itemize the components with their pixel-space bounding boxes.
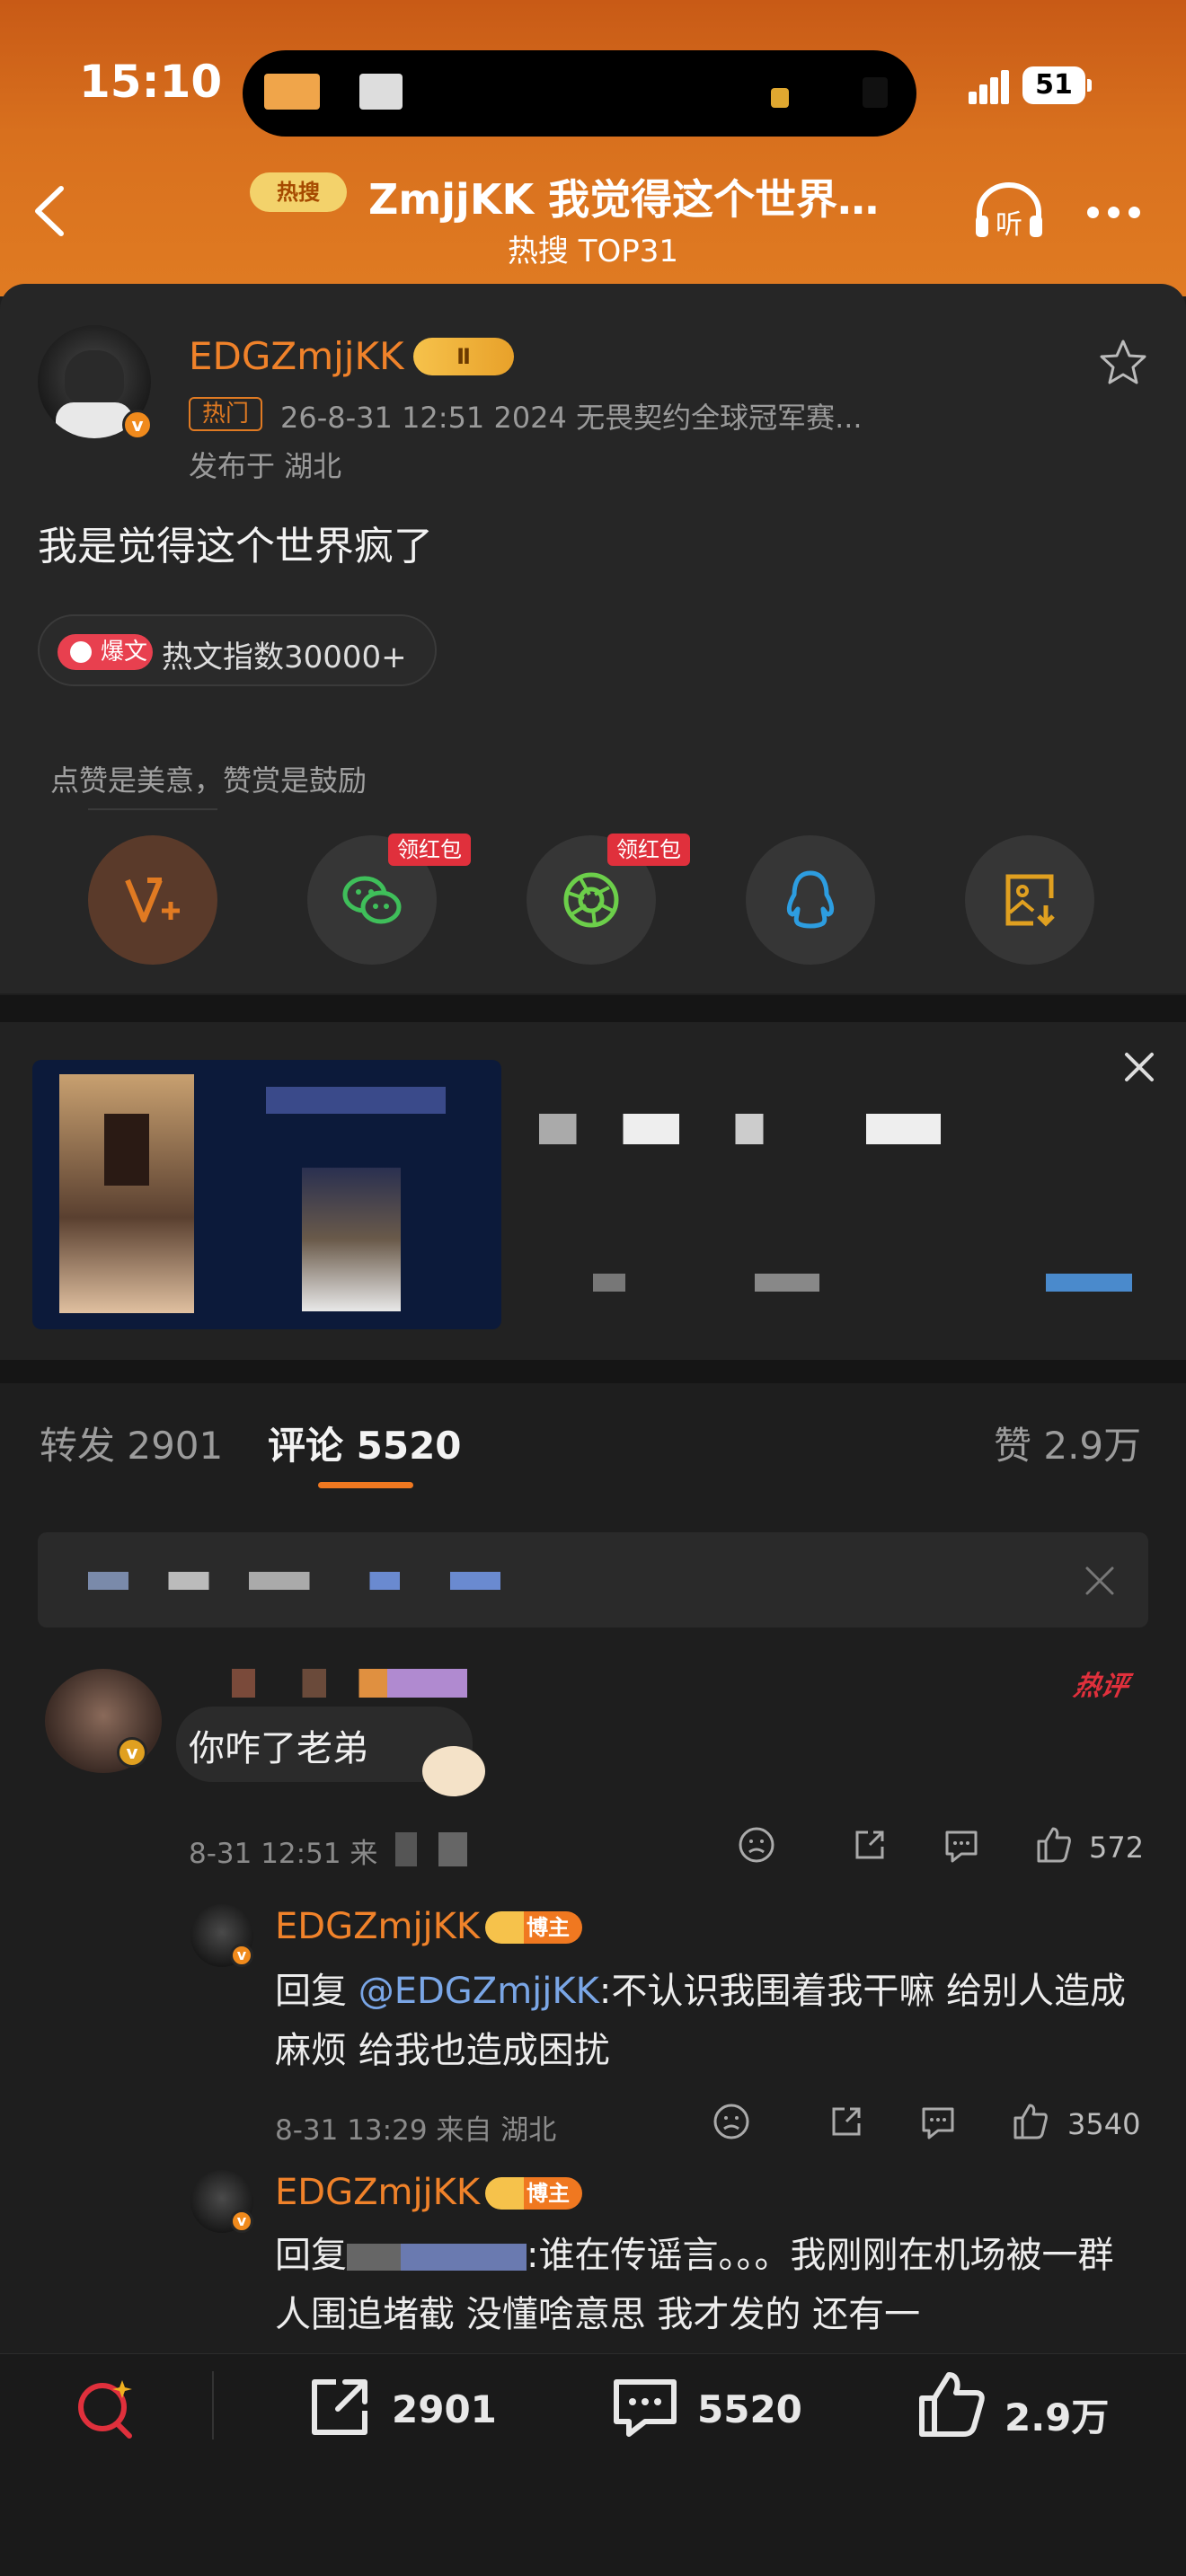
commenter-name-blurred xyxy=(232,1669,467,1698)
tab-comment[interactable]: 评论 5520 xyxy=(268,1416,462,1470)
dislike-face-icon[interactable] xyxy=(737,1825,776,1865)
post-username[interactable]: EDGZmjjKK xyxy=(189,334,404,378)
post-location: 发布于 湖北 xyxy=(189,449,342,483)
like-count: 3540 xyxy=(1067,2107,1141,2141)
verified-badge-icon: v xyxy=(122,410,153,440)
tab-like[interactable]: 赞 2.9万 xyxy=(994,1416,1141,1470)
save-image-button[interactable] xyxy=(965,835,1094,965)
like-count: 572 xyxy=(1089,1831,1145,1865)
island-chip xyxy=(771,88,789,108)
wechat-icon xyxy=(342,876,402,924)
tab-repost[interactable]: 转发 2901 xyxy=(40,1416,223,1470)
island-chip xyxy=(359,74,403,110)
reply-prefix: 回复 xyxy=(275,2235,347,2276)
more-icon[interactable] xyxy=(1087,205,1150,223)
listen-headphone-icon[interactable]: 听 xyxy=(970,180,1048,243)
blogger-badge: 博主 xyxy=(485,1911,582,1944)
section-separator xyxy=(0,995,1186,1022)
hot-index-pill[interactable]: 爆文 热文指数30000+ xyxy=(38,614,437,686)
listen-label: 听 xyxy=(996,209,1022,241)
sticker-icon xyxy=(422,1746,485,1796)
qq-share-button[interactable] xyxy=(746,835,875,965)
verified-badge-icon: v xyxy=(230,2210,253,2233)
comment-text: 你咋了老弟 xyxy=(189,1728,368,1769)
repost-count[interactable]: 2901 xyxy=(392,2387,497,2431)
comment-icon[interactable] xyxy=(609,2371,681,2443)
member-level-badge: Ⅱ xyxy=(413,338,514,375)
like-thumb-icon[interactable] xyxy=(1033,1825,1073,1865)
favorite-star-icon[interactable] xyxy=(1098,338,1148,388)
blogger-badge: 博主 xyxy=(485,2177,582,2210)
island-chip xyxy=(264,74,320,110)
island-chip xyxy=(863,77,888,108)
close-icon[interactable] xyxy=(1121,1049,1157,1085)
post-meta[interactable]: 26-8-31 12:51 2024 无畏契约全球冠军赛... xyxy=(280,395,863,437)
moments-camera-icon xyxy=(563,872,619,928)
like-thumb-icon[interactable] xyxy=(1010,2102,1049,2141)
share-icon[interactable] xyxy=(850,1825,890,1865)
reply-username[interactable]: EDGZmjjKK xyxy=(275,1906,480,1947)
mention-link[interactable]: @EDGZmjjKK xyxy=(358,1971,599,2012)
verified-badge-icon: v xyxy=(117,1737,147,1768)
share-icon[interactable] xyxy=(827,2102,866,2141)
divider xyxy=(88,808,217,810)
reply-username[interactable]: EDGZmjjKK xyxy=(275,2172,480,2213)
save-image-icon xyxy=(1005,874,1055,927)
status-time: 15:10 xyxy=(79,56,223,108)
reply-comment-icon[interactable] xyxy=(918,2102,958,2141)
reply-text: 回复:谁在传谣言。。。我刚刚在机场被一群人围追堵截 没懂啥意思 我才发的 还有一 xyxy=(275,2226,1137,2344)
ad-title-blurred xyxy=(539,1114,1006,1144)
signal-icon xyxy=(969,68,1009,104)
page-title: ZmjjKK 我觉得这个世界… xyxy=(368,175,880,224)
repost-icon[interactable] xyxy=(304,2371,376,2443)
ad-subtitle-blurred xyxy=(593,1274,1132,1292)
qq-penguin-icon xyxy=(786,870,835,929)
like-thumb-icon[interactable] xyxy=(915,2369,987,2441)
dislike-face-icon[interactable] xyxy=(712,2102,751,2141)
comment-count[interactable]: 5520 xyxy=(697,2387,802,2431)
active-tab-indicator xyxy=(318,1482,413,1488)
reward-hint: 点赞是美意，赞赏是鼓励 xyxy=(50,763,367,798)
comment-notice-banner[interactable] xyxy=(38,1532,1148,1628)
verified-badge-icon: v xyxy=(230,1944,253,1967)
like-count[interactable]: 2.9万 xyxy=(1005,2387,1109,2442)
reply-prefix: 回复 xyxy=(275,1971,358,2012)
reply-text: 回复 @EDGZmjjKK:不认识我围着我干嘛 给别人造成麻烦 给我也造成困扰 xyxy=(275,1962,1137,2080)
meta-blurred xyxy=(395,1832,467,1866)
search-spark-icon[interactable] xyxy=(70,2371,142,2443)
comment-meta: 8-31 12:51 来 xyxy=(189,1838,378,1870)
reply-comment-icon[interactable] xyxy=(942,1825,981,1865)
vplus-icon xyxy=(125,878,180,922)
vplus-button[interactable] xyxy=(88,835,217,965)
battery-icon: 51 xyxy=(1022,66,1092,104)
close-icon[interactable] xyxy=(1082,1563,1118,1599)
divider xyxy=(212,2371,214,2439)
hot-index-text: 热文指数30000+ xyxy=(162,640,407,675)
hot-comment-label: 热评 xyxy=(1071,1671,1131,1702)
ad-image[interactable] xyxy=(32,1060,501,1329)
hot-tag: 热门 xyxy=(189,397,262,431)
mention-blurred xyxy=(347,2244,527,2271)
red-packet-badge: 领红包 xyxy=(607,834,690,866)
hot-article-icon: 爆文 xyxy=(58,634,153,670)
hot-search-badge: 热搜 xyxy=(250,172,347,212)
red-packet-badge: 领红包 xyxy=(388,834,471,866)
dynamic-island xyxy=(243,50,916,137)
post-text: 我是觉得这个世界疯了 xyxy=(38,524,433,569)
reply-meta: 8-31 13:29 来自 湖北 xyxy=(275,2114,557,2147)
